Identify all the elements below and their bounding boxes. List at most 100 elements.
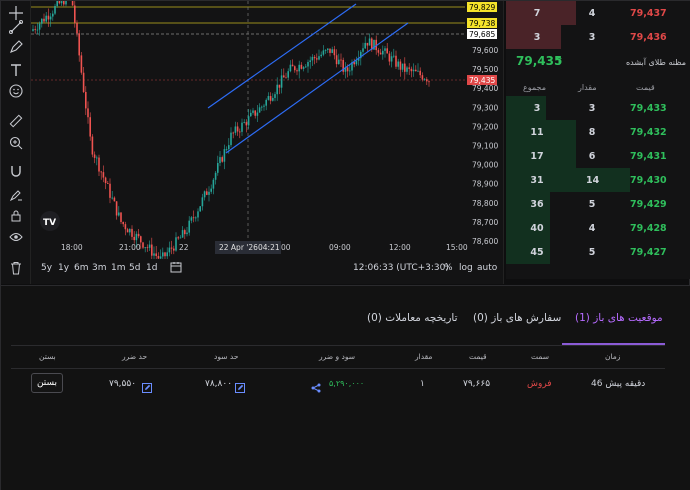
ask-row[interactable]: 7 4 79,437	[506, 1, 690, 25]
candle-body	[316, 58, 318, 60]
candle-body	[346, 67, 349, 72]
price-axis-label: 78,900	[472, 180, 498, 189]
range-6m[interactable]: 6m	[74, 263, 89, 273]
range-1y[interactable]: 1y	[58, 263, 69, 273]
order-book: 7 4 79,437 3 3 79,436 79,435 ↑ مظنه طلای…	[506, 1, 690, 279]
edit-sl-icon[interactable]	[142, 378, 152, 393]
candle-body	[302, 67, 305, 69]
candle-body	[331, 49, 333, 53]
candle-body	[203, 191, 206, 198]
candle-body	[170, 247, 173, 249]
bid-total: 36	[530, 199, 544, 210]
candle-body	[291, 64, 294, 67]
bid-price: 79,427	[630, 247, 667, 258]
candle-body	[120, 212, 122, 222]
candle-body	[54, 6, 56, 14]
share-icon[interactable]	[311, 378, 321, 393]
time-axis-label: 12:00	[389, 243, 411, 252]
bid-total: 31	[530, 175, 544, 186]
candle-body	[98, 157, 100, 172]
log-toggle[interactable]: log	[459, 263, 473, 273]
candle-body	[261, 106, 263, 108]
range-3m[interactable]: 3m	[92, 263, 107, 273]
candle-body	[131, 228, 133, 237]
emoji-icon[interactable]	[6, 81, 26, 101]
trend-line-icon[interactable]	[6, 17, 26, 37]
bid-row[interactable]: 36 5 79,429	[506, 192, 690, 216]
candle-body	[43, 18, 45, 22]
candle-body	[355, 60, 358, 65]
candle-body	[179, 237, 182, 239]
row-price: ۷۹,۶۶۵	[463, 379, 491, 389]
tab-divider	[11, 345, 665, 346]
ask-total: 3	[533, 32, 541, 43]
range-1m[interactable]: 1m	[111, 263, 126, 273]
col-pnl: سود و ضرر	[319, 352, 356, 361]
candle-body	[107, 183, 109, 184]
candle-body	[236, 126, 239, 132]
lock-icon[interactable]	[6, 206, 26, 226]
bid-row[interactable]: 17 6 79,431	[506, 144, 690, 168]
candle-body	[188, 220, 190, 233]
ask-row[interactable]: 3 3 79,436	[506, 25, 690, 49]
candle-body	[144, 247, 146, 249]
candle-body	[415, 69, 417, 72]
candle-body	[349, 70, 351, 72]
zoom-in-icon[interactable]	[6, 133, 26, 153]
col-side: سمت	[531, 352, 549, 361]
candle-body	[113, 197, 116, 202]
candle-body	[168, 247, 171, 253]
bid-row[interactable]: 11 8 79,432	[506, 120, 690, 144]
header-price: قیمت	[636, 83, 655, 92]
candle-body	[269, 96, 272, 101]
pen-icon[interactable]	[6, 37, 26, 57]
trash-icon[interactable]	[6, 258, 26, 278]
candle-body	[65, 1, 67, 5]
candle-body	[322, 50, 325, 55]
candle-body	[300, 64, 303, 69]
candle-body	[232, 132, 234, 134]
range-1d[interactable]: 1d	[146, 263, 157, 273]
candle-body	[173, 248, 175, 251]
range-5d[interactable]: 5d	[129, 263, 140, 273]
eye-icon[interactable]	[6, 227, 26, 247]
lock-pen-icon[interactable]	[6, 185, 26, 205]
range-5y[interactable]: 5y	[41, 263, 52, 273]
bid-row[interactable]: 31 14 79,430	[506, 168, 690, 192]
candle-body	[118, 212, 120, 216]
col-amount: مقدار	[415, 352, 433, 361]
time-axis-label: 09:00	[329, 243, 351, 252]
candle-body	[162, 252, 164, 257]
auto-toggle[interactable]: auto	[477, 263, 497, 273]
price-chart[interactable]: 79,600 79,500 79,400 79,300 79,200 79,100 79,0…	[31, 1, 504, 259]
candle-body	[379, 52, 382, 55]
candle-body	[419, 70, 421, 76]
candle-body	[126, 229, 129, 233]
price-axis-label: 79,200	[472, 122, 498, 131]
magnet-icon[interactable]	[6, 161, 26, 181]
price-tag-label: 79,829	[469, 3, 495, 12]
bid-row[interactable]: 45 5 79,427	[506, 240, 690, 264]
ruler-icon[interactable]	[6, 111, 26, 131]
candle-body	[63, 1, 65, 5]
candle-body	[221, 157, 223, 162]
crosshair-time: 04:21	[258, 243, 280, 252]
candle-body	[258, 107, 261, 113]
bid-row[interactable]: 40 4 79,428	[506, 216, 690, 240]
close-position-button[interactable]: بستن	[31, 373, 63, 393]
tab-open-positions[interactable]: موقعیت های باز (1)	[575, 312, 663, 324]
percent-toggle[interactable]: %	[444, 263, 453, 273]
price-axis-label: 78,800	[472, 199, 498, 208]
tab-open-orders[interactable]: سفارش های باز (0)	[473, 312, 561, 324]
calendar-icon[interactable]	[170, 261, 182, 276]
candle-body	[382, 50, 384, 55]
bid-row[interactable]: 3 3 79,433	[506, 96, 690, 120]
bid-qty: 14	[586, 175, 600, 186]
tab-trade-history[interactable]: تاریخچه معاملات (0)	[367, 312, 458, 324]
candle-body	[274, 94, 276, 98]
drawing-toolbar	[1, 1, 31, 284]
edit-tp-icon[interactable]	[235, 378, 245, 393]
candle-body	[289, 64, 292, 72]
text-icon[interactable]	[6, 60, 26, 80]
candle-body	[327, 48, 329, 50]
